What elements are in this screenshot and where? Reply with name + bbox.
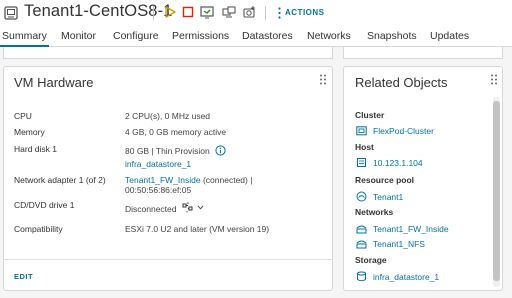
previous-card-bottom: [3, 47, 333, 59]
vm-hardware-title: VM Hardware: [14, 75, 94, 90]
vm-title: Tenant1-CentOS8-1: [24, 2, 173, 20]
toolbar-separator: [265, 6, 266, 20]
compatibility-value: ESXi 7.0 U2 and later (VM version 19): [125, 224, 270, 234]
drag-handle-icon[interactable]: [490, 74, 498, 85]
tab-configure[interactable]: Configure: [113, 30, 159, 42]
network-adapter-value: Tenant1_FW_Inside (connected) |: [125, 175, 252, 185]
chevron-down-icon[interactable]: [197, 205, 204, 210]
datastore-icon: [357, 271, 366, 282]
previous-card-bottom: [343, 47, 503, 59]
network-icon: [356, 240, 367, 249]
related-objects-card: Related Objects Cluster FlexPod-Cluster …: [343, 66, 503, 291]
tab-snapshots[interactable]: Snapshots: [367, 30, 417, 42]
cd-dvd-value: Disconnected: [125, 204, 177, 214]
storage-link[interactable]: infra_datastore_1: [356, 271, 486, 283]
networks-heading: Networks: [355, 207, 394, 217]
host-link[interactable]: 10.123.1.104: [356, 157, 476, 169]
storage-heading: Storage: [355, 255, 387, 265]
scrollbar-thumb[interactable]: [493, 101, 500, 281]
cd-dvd-label: CD/DVD drive 1: [14, 200, 75, 210]
info-icon[interactable]: [215, 145, 226, 156]
network-icon: [356, 225, 367, 234]
network-link-nfs[interactable]: Tenant1_NFS: [356, 238, 486, 250]
host-label: 10.123.1.104: [373, 158, 423, 168]
drag-handle-icon[interactable]: [319, 74, 327, 85]
scrollbar[interactable]: [493, 97, 500, 287]
cluster-icon: [356, 126, 367, 136]
cpu-label: CPU: [14, 111, 32, 121]
memory-label: Memory: [14, 127, 45, 137]
tab-bar: Summary Monitor Configure Permissions Da…: [0, 27, 512, 47]
tab-networks[interactable]: Networks: [307, 30, 351, 42]
cluster-label: FlexPod-Cluster: [373, 126, 434, 136]
edit-button[interactable]: EDIT: [14, 272, 33, 281]
compatibility-label: Compatibility: [14, 224, 63, 234]
host-icon: [357, 158, 366, 167]
resource-pool-link[interactable]: Tenant1: [356, 191, 476, 203]
power-on-icon[interactable]: [163, 5, 177, 19]
network-link-fw-inside[interactable]: Tenant1_FW_Inside: [356, 223, 486, 235]
toolbar-separator: [153, 6, 154, 20]
tab-updates[interactable]: Updates: [430, 30, 469, 42]
resource-pool-label: Tenant1: [373, 192, 404, 202]
card-footer-divider: [4, 259, 332, 260]
cpu-value: 2 CPU(s), 0 MHz used: [125, 111, 211, 121]
network-adapter-status: (connected) |: [200, 175, 253, 185]
network-label-fw-inside: Tenant1_FW_Inside: [373, 224, 449, 234]
power-off-icon[interactable]: [181, 5, 195, 19]
tab-summary[interactable]: Summary: [2, 30, 47, 42]
vm-icon: [4, 6, 18, 20]
network-adapter-link[interactable]: Tenant1_FW_Inside: [125, 175, 201, 185]
storage-label: infra_datastore_1: [373, 272, 440, 282]
resource-pool-icon: [356, 191, 367, 202]
network-adapter-label: Network adapter 1 (of 2): [14, 175, 106, 185]
cluster-heading: Cluster: [355, 110, 385, 120]
hard-disk-label: Hard disk 1: [14, 144, 57, 154]
host-heading: Host: [355, 142, 374, 152]
tab-datastores[interactable]: Datastores: [242, 30, 293, 42]
hard-disk-value: 80 GB | Thin Provision: [125, 146, 210, 156]
actions-button[interactable]: ACTIONS: [285, 8, 325, 17]
migrate-icon[interactable]: [222, 5, 236, 19]
vm-header: Tenant1-CentOS8-1 ACTIONS: [0, 0, 512, 27]
network-label-nfs: Tenant1_NFS: [373, 239, 425, 249]
tab-monitor[interactable]: Monitor: [61, 30, 96, 42]
vm-hardware-card: VM Hardware CPU 2 CPU(s), 0 MHz used Mem…: [3, 66, 333, 291]
resource-pool-heading: Resource pool: [355, 175, 415, 185]
more-vertical-icon[interactable]: [278, 6, 281, 20]
snapshot-icon[interactable]: [243, 5, 257, 19]
connect-plug-icon[interactable]: [182, 201, 194, 213]
tab-permissions[interactable]: Permissions: [172, 30, 229, 42]
mac-address: 00:50:56:86:ef:05: [125, 185, 192, 195]
launch-console-icon[interactable]: [200, 5, 214, 19]
memory-value: 4 GB, 0 GB memory active: [125, 127, 227, 137]
hard-disk-datastore-link[interactable]: infra_datastore_1: [125, 159, 191, 169]
cluster-link[interactable]: FlexPod-Cluster: [356, 125, 476, 137]
related-objects-title: Related Objects: [355, 75, 448, 90]
